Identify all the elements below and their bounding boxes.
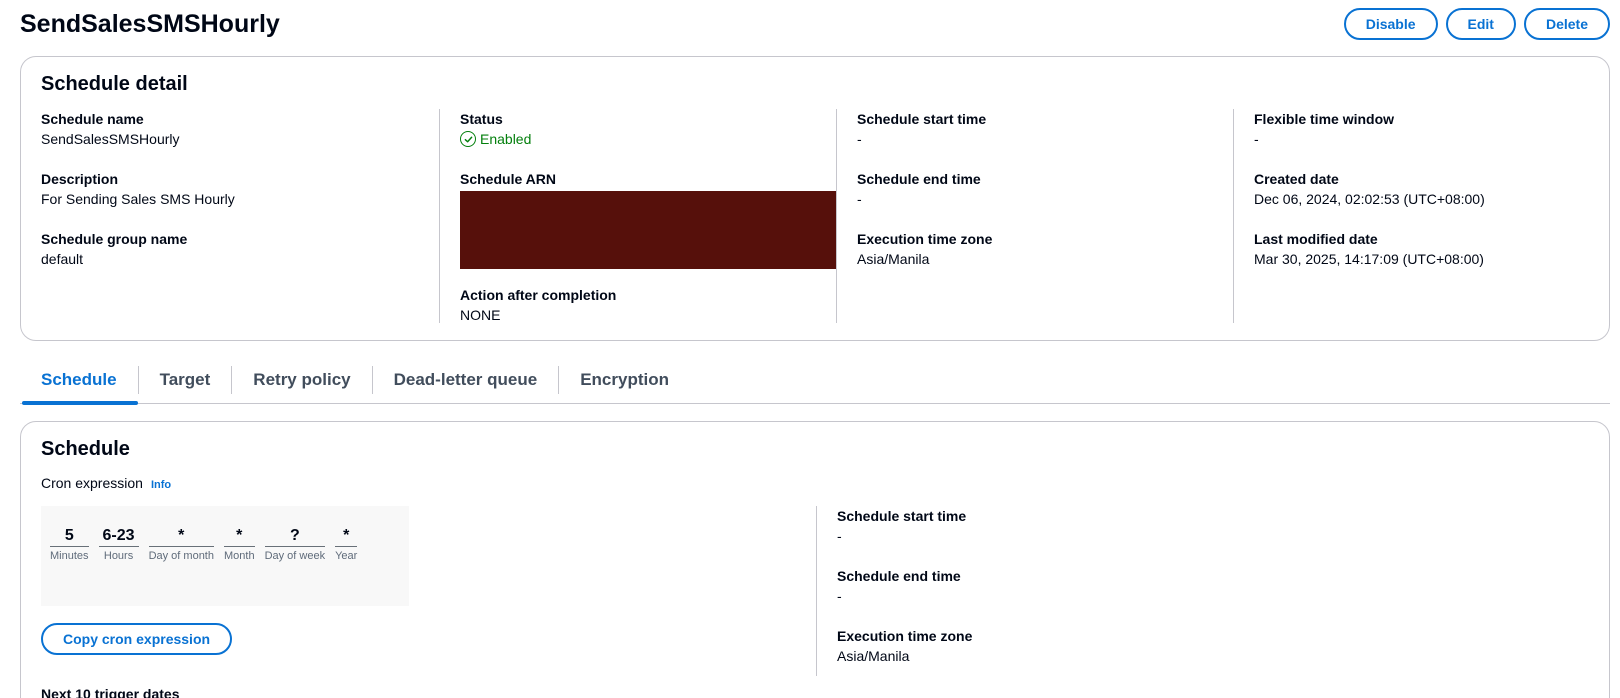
cron-expression-text: Cron expression [41,475,143,491]
execution-time-zone-label: Execution time zone [857,231,993,247]
schedule-end-time-field: Schedule end time - [857,169,1214,209]
schedule-group-field: Schedule group name default [41,229,419,269]
schedule-group-value: default [41,251,84,267]
cron-field-year: * Year [335,526,358,564]
schedule-group-label: Schedule group name [41,231,188,247]
copy-cron-expression-button[interactable]: Copy cron expression [41,623,233,655]
tab-schedule[interactable]: Schedule [20,366,138,405]
detail-column-3: Schedule start time - Schedule end time … [836,109,1214,323]
flexible-time-window-field: Flexible time window - [1254,109,1593,149]
schedule-name-field: Schedule name SendSalesSMSHourly [41,109,419,149]
tab-encryption[interactable]: Encryption [559,366,690,404]
detail-column-2: Status Enabled Schedule ARN Action after… [439,109,836,325]
status-badge: Enabled [460,129,817,149]
delete-button[interactable]: Delete [1523,8,1610,40]
cron-unit: Day of week [264,550,326,562]
last-modified-date-field: Last modified date Mar 30, 2025, 14:17:0… [1254,229,1593,269]
cron-field-month: * Month [223,526,255,564]
detail-column-1: Schedule name SendSalesSMSHourly Descrip… [41,109,419,323]
description-label: Description [41,171,119,187]
description-value: For Sending Sales SMS Hourly [41,191,235,207]
schedule-end-time-value: - [857,191,862,207]
cron-expression-box: 5 Minutes 6-23 Hours * Day of month * Mo… [41,506,409,606]
detail-column-4: Flexible time window - Created date Dec … [1233,109,1593,323]
cron-unit: Month [223,550,255,562]
edit-button[interactable]: Edit [1445,8,1516,40]
page-title: SendSalesSMSHourly [20,10,280,38]
tab-target[interactable]: Target [139,366,232,404]
detail-tabs: Schedule Target Retry policy Dead-letter… [20,366,1610,405]
created-date-label: Created date [1254,171,1339,187]
schedule-start-time-label: Schedule start time [837,508,967,524]
next-trigger-dates-label: Next 10 trigger dates [41,686,180,698]
schedule-end-time-field: Schedule end time - [837,566,1216,606]
header-actions: Disable Edit Delete [1343,8,1610,40]
status-field: Status Enabled [460,109,817,149]
schedule-end-time-label: Schedule end time [857,171,981,187]
schedule-arn-label: Schedule ARN [460,171,556,187]
execution-time-zone-label: Execution time zone [837,628,973,644]
execution-time-zone-field: Execution time zone Asia/Manila [857,229,1214,269]
cron-fields: 5 Minutes 6-23 Hours * Day of month * Mo… [50,526,358,564]
schedule-name-value: SendSalesSMSHourly [41,131,180,147]
schedule-times-column: Schedule start time - Schedule end time … [816,506,1216,676]
cron-value: 5 [50,526,89,547]
disable-button[interactable]: Disable [1343,8,1438,40]
tab-dead-letter-queue[interactable]: Dead-letter queue [373,366,559,404]
schedule-end-time-label: Schedule end time [837,568,961,584]
created-date-value: Dec 06, 2024, 02:02:53 (UTC+08:00) [1254,191,1485,207]
cron-value: * [223,526,255,547]
schedule-arn-field: Schedule ARN [460,169,836,269]
schedule-start-time-field: Schedule start time - [837,506,1216,546]
cron-value: 6-23 [98,526,139,547]
schedule-detail-panel: Schedule detail Schedule name SendSalesS… [20,56,1610,341]
schedule-end-time-value: - [837,588,842,604]
cron-value: * [335,526,358,547]
check-circle-icon [460,131,476,147]
tab-retry-policy[interactable]: Retry policy [232,366,371,404]
flexible-time-window-value: - [1254,131,1259,147]
cron-value: * [148,526,214,547]
cron-unit: Hours [103,550,134,562]
cron-field-day-of-week: ? Day of week [264,526,326,564]
cron-unit: Year [335,550,358,562]
last-modified-date-value: Mar 30, 2025, 14:17:09 (UTC+08:00) [1254,251,1484,267]
schedule-heading: Schedule [41,438,130,460]
status-label: Status [460,111,503,127]
action-after-completion-label: Action after completion [460,287,617,303]
description-field: Description For Sending Sales SMS Hourly [41,169,419,209]
schedule-start-time-field: Schedule start time - [857,109,1214,149]
schedule-name-label: Schedule name [41,111,144,127]
flexible-time-window-label: Flexible time window [1254,111,1395,127]
execution-time-zone-value: Asia/Manila [837,648,910,664]
action-after-completion-field: Action after completion NONE [460,285,817,325]
schedule-detail-heading: Schedule detail [41,73,188,95]
status-value: Enabled [480,131,532,147]
schedule-start-time-label: Schedule start time [857,111,987,127]
info-link[interactable]: Info [151,479,171,491]
schedule-start-time-value: - [857,131,862,147]
cron-unit: Minutes [50,550,89,562]
schedule-start-time-value: - [837,528,842,544]
cron-field-hours: 6-23 Hours [98,526,139,564]
schedule-arn-redacted [460,191,836,269]
cron-field-day-of-month: * Day of month [148,526,214,564]
cron-expression-label: Cron expression Info [41,475,171,491]
cron-field-minutes: 5 Minutes [50,526,89,564]
cron-unit: Day of month [148,550,214,562]
last-modified-date-label: Last modified date [1254,231,1378,247]
schedule-panel: Schedule Cron expression Info 5 Minutes … [20,421,1610,698]
action-after-completion-value: NONE [460,307,501,323]
execution-time-zone-field: Execution time zone Asia/Manila [837,626,1216,666]
execution-time-zone-value: Asia/Manila [857,251,930,267]
cron-value: ? [264,526,326,547]
created-date-field: Created date Dec 06, 2024, 02:02:53 (UTC… [1254,169,1593,209]
